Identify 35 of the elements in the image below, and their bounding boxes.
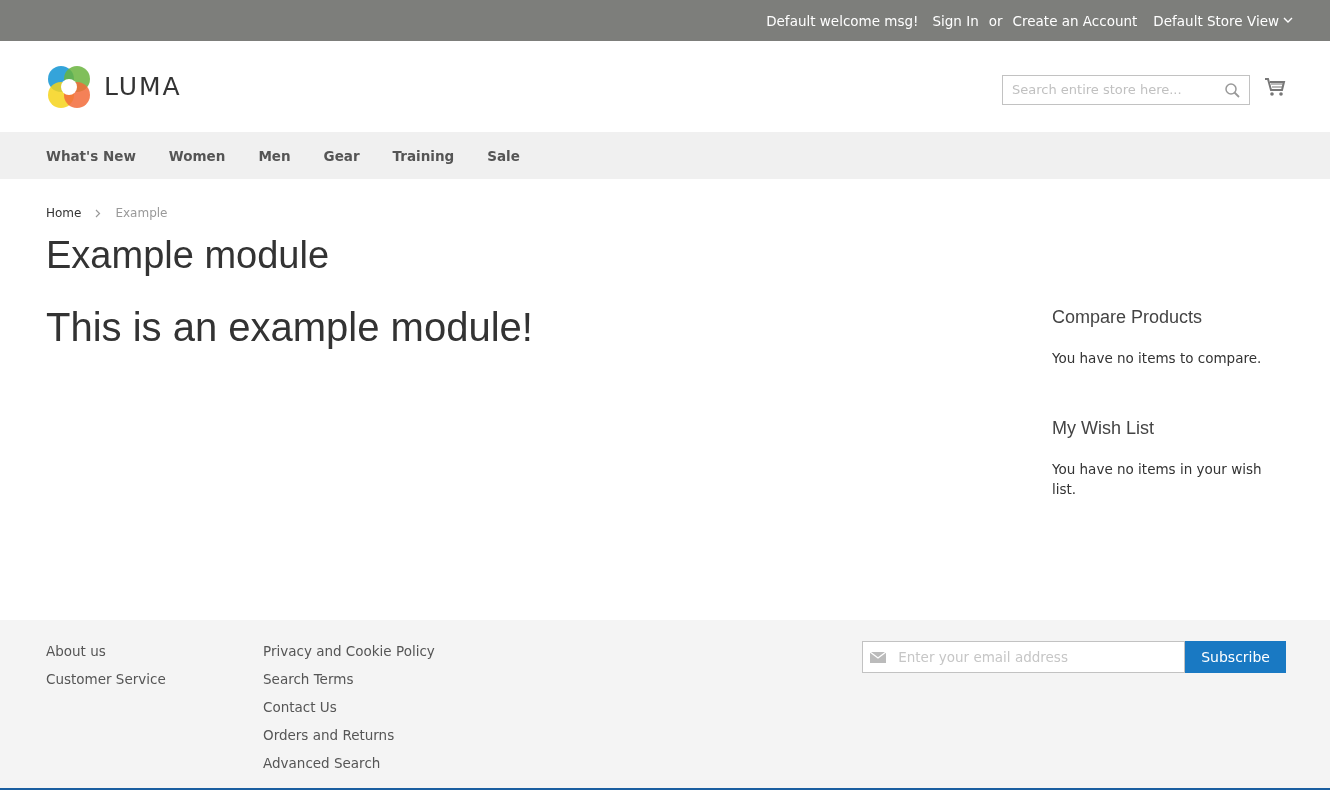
block-title: Compare Products (1052, 307, 1204, 328)
nav-link[interactable]: Gear (323, 147, 360, 164)
email-field[interactable]: Enter your email address (862, 641, 1186, 673)
logo-text[interactable]: LUMA (104, 72, 182, 101)
logo-icon[interactable] (46, 63, 92, 110)
subscribe-button[interactable]: Subscribe (1185, 641, 1286, 673)
block-title: My Wish List (1052, 418, 1155, 439)
nav-link[interactable]: Sale (487, 147, 520, 164)
create-account-link[interactable]: Create an Account (1012, 12, 1138, 29)
content-heading: This is an example module! (46, 305, 534, 350)
footer-link[interactable]: Privacy and Cookie Policy (263, 641, 480, 661)
search-field[interactable]: Search entire store here... (1002, 74, 1250, 105)
footer-link[interactable]: About us (46, 641, 263, 661)
chevron-icon (95, 208, 102, 218)
footer-link[interactable]: Contact Us (263, 697, 480, 717)
footer-link[interactable]: Advanced Search (263, 753, 480, 773)
page-title: Example module (46, 234, 331, 277)
nav-link[interactable]: Training (392, 147, 455, 164)
nav-link[interactable]: Women (168, 147, 226, 164)
cart-icon[interactable] (1264, 76, 1286, 97)
footer-link[interactable]: Customer Service (46, 669, 263, 689)
footer-link[interactable]: Orders and Returns (263, 725, 480, 745)
or-text: or (988, 12, 1003, 29)
current-page-label: Example (115, 206, 168, 220)
footer-link[interactable]: Search Terms (263, 669, 480, 689)
sign-in-link[interactable]: Sign In (932, 12, 979, 29)
block-text: You have no items to compare. (1052, 349, 1263, 368)
store-view-switcher[interactable]: Default Store View (1153, 12, 1293, 29)
search-icon[interactable] (1225, 82, 1240, 98)
breadcrumb-link[interactable]: Home (46, 206, 82, 220)
block-text: You have no items in your wish list. (1052, 460, 1263, 499)
nav-link[interactable]: What's New (46, 147, 136, 164)
nav-link[interactable]: Men (258, 147, 291, 164)
chevron-down-icon[interactable] (1283, 17, 1293, 24)
welcome-message: Default welcome msg! (766, 12, 919, 29)
